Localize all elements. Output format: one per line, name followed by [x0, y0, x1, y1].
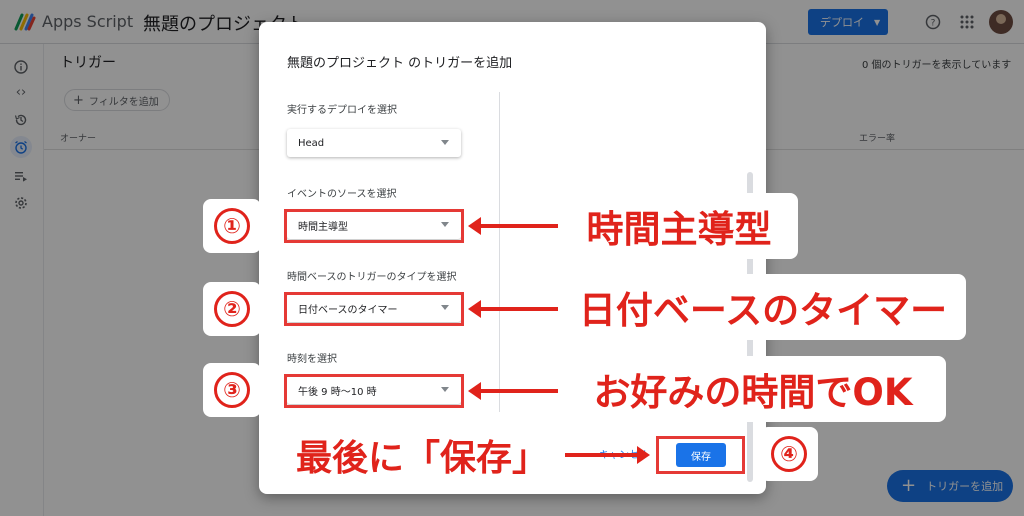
- arrow-line-3: [480, 389, 558, 393]
- callout-3: お好みの時間でOK: [560, 356, 946, 422]
- step-number-2: ②: [214, 291, 250, 327]
- callout-2: 日付ベースのタイマー: [560, 274, 966, 340]
- highlight-box-2: [284, 292, 464, 326]
- step-marker-2: ②: [203, 282, 261, 336]
- time-of-day-label: 時刻を選択: [287, 354, 337, 365]
- arrow-right-icon: [637, 446, 650, 464]
- dialog-title: 無題のプロジェクト のトリガーを追加: [287, 56, 513, 71]
- step-marker-4: ④: [760, 427, 818, 481]
- callout-4: 最後に「保存」: [287, 422, 557, 488]
- dropdown-arrow-icon: [441, 140, 449, 145]
- step-marker-3: ③: [203, 363, 261, 417]
- trigger-type-label: 時間ベースのトリガーのタイプを選択: [287, 272, 457, 283]
- callout-1: 時間主導型: [560, 193, 798, 259]
- arrow-line-4: [565, 453, 637, 457]
- arrow-line-1: [480, 224, 558, 228]
- arrow-line-2: [480, 307, 558, 311]
- deployment-value: Head: [298, 137, 325, 149]
- step-number-4: ④: [771, 436, 807, 472]
- highlight-box-4: [656, 436, 745, 474]
- deployment-select[interactable]: Head: [287, 129, 461, 157]
- step-number-1: ①: [214, 208, 250, 244]
- highlight-box-1: [284, 209, 464, 243]
- highlight-box-3: [284, 374, 464, 408]
- column-divider: [499, 92, 500, 412]
- step-marker-1: ①: [203, 199, 261, 253]
- deployment-label: 実行するデプロイを選択: [287, 105, 397, 116]
- event-source-label: イベントのソースを選択: [287, 189, 397, 200]
- step-number-3: ③: [214, 372, 250, 408]
